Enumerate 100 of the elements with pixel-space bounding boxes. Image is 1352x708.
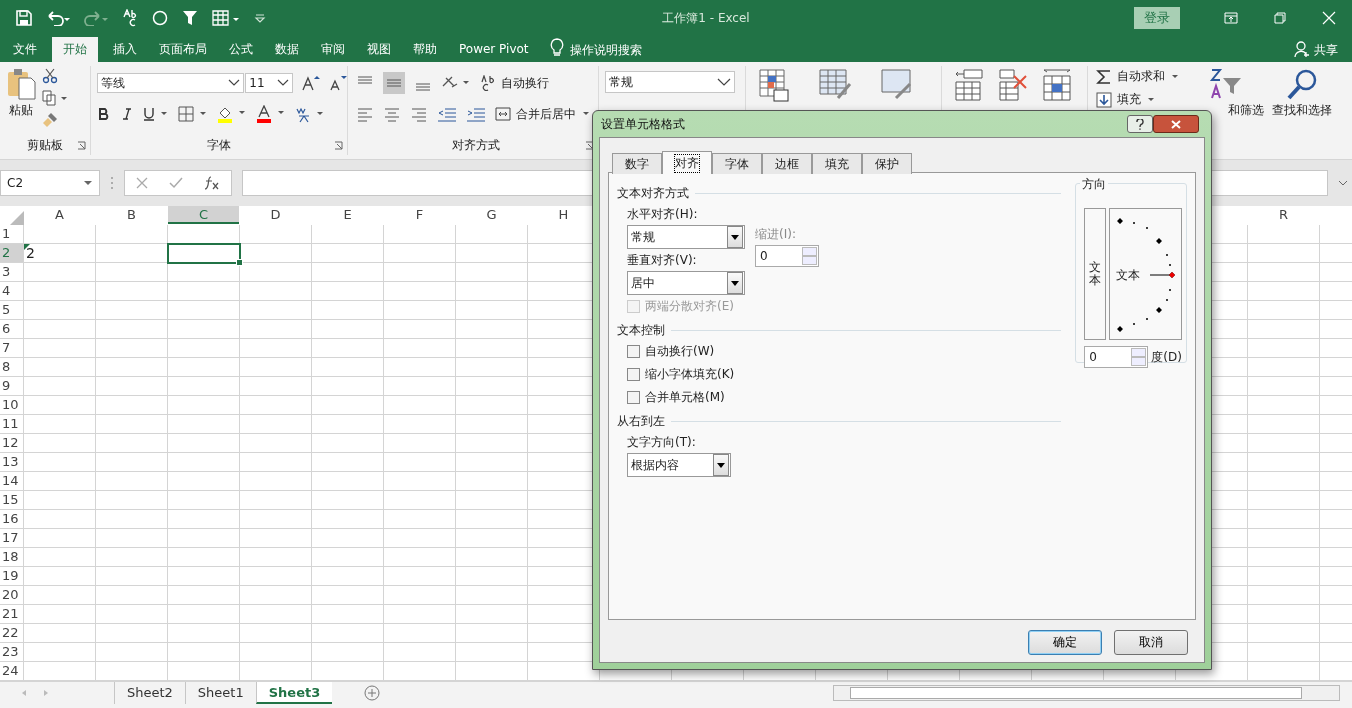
paste-button[interactable]: 粘贴 [0, 66, 42, 135]
border-icon[interactable] [178, 106, 208, 122]
sheet-tab[interactable]: Sheet3 [255, 682, 333, 704]
dialog-tab[interactable]: 对齐 [662, 151, 712, 174]
orientation-dial[interactable]: 文本 [1109, 208, 1182, 340]
row-header[interactable]: 7 [0, 339, 23, 357]
font-size-field[interactable]: 11 [245, 73, 294, 93]
brush-icon[interactable] [42, 112, 58, 128]
launcher-icon[interactable] [334, 140, 343, 150]
tell-me-search[interactable]: 操作说明搜索 [569, 38, 642, 62]
close-icon[interactable] [1322, 11, 1336, 25]
font-color-icon[interactable] [256, 105, 286, 123]
shrink-font-icon[interactable] [329, 75, 347, 91]
name-box[interactable]: C2 [0, 170, 100, 196]
sort-filter-button[interactable]: 和筛选 [1188, 66, 1264, 155]
horizontal-scrollbar[interactable] [833, 685, 1340, 701]
cancel-button[interactable]: 取消 [1114, 630, 1188, 655]
bold-icon[interactable] [97, 107, 111, 121]
save-icon[interactable] [16, 10, 32, 26]
ribbon-tab[interactable]: 开始 [52, 37, 98, 62]
dialog-tab[interactable]: 字体 [712, 153, 762, 174]
restore-icon[interactable] [1274, 12, 1286, 24]
column-header[interactable]: D [240, 206, 311, 224]
help-button[interactable] [1127, 115, 1153, 133]
filter-icon[interactable] [182, 10, 198, 26]
italic-icon[interactable] [120, 107, 134, 121]
row-header[interactable]: 18 [0, 548, 23, 566]
ribbon-tab[interactable]: 插入 [102, 37, 148, 62]
check-icon[interactable] [169, 177, 183, 189]
row-header[interactable]: 16 [0, 510, 23, 528]
row-header[interactable]: 3 [0, 263, 23, 281]
row-header[interactable]: 20 [0, 586, 23, 604]
person-icon[interactable] [1294, 41, 1310, 57]
vertical-text-option[interactable]: 文本 [1084, 208, 1107, 340]
fill-color-icon[interactable] [217, 105, 247, 123]
row-header[interactable]: 21 [0, 605, 23, 623]
font-name-field[interactable]: 等线 [97, 73, 245, 93]
row-header[interactable]: 22 [0, 624, 23, 642]
login-button[interactable]: 登录 [1134, 7, 1180, 29]
dialog-tab[interactable]: 边框 [762, 153, 812, 174]
underline-icon[interactable] [143, 107, 169, 121]
dialog-tab[interactable]: 填充 [812, 153, 862, 174]
merge-center-button[interactable]: 合并后居中 [495, 105, 591, 123]
autosum-button[interactable]: 自动求和 [1096, 68, 1180, 85]
ribbon-tab[interactable]: 页面布局 [148, 37, 218, 62]
row-header[interactable]: 2 [0, 244, 23, 262]
checkbox[interactable]: 合并单元格(M) [617, 386, 1062, 409]
launcher-icon[interactable] [585, 140, 594, 150]
row-header[interactable]: 8 [0, 358, 23, 376]
scissors-icon[interactable] [42, 68, 58, 84]
add-sheet-icon[interactable] [364, 685, 381, 701]
copy-icon[interactable] [42, 90, 68, 106]
column-header[interactable]: R [1248, 206, 1319, 224]
table-format-icon[interactable] [212, 10, 240, 26]
column-header[interactable]: B [96, 206, 167, 224]
increase-indent-icon[interactable] [466, 106, 486, 122]
ribbon-tab[interactable]: 视图 [356, 37, 402, 62]
column-header[interactable]: C [168, 206, 239, 224]
ok-button[interactable]: 确定 [1028, 630, 1102, 655]
active-cell[interactable] [167, 243, 241, 264]
column-header[interactable]: A [24, 206, 95, 224]
customize-icon[interactable] [254, 13, 266, 23]
launcher-icon[interactable] [77, 140, 86, 150]
row-header[interactable]: 19 [0, 567, 23, 585]
ribbon-tab[interactable]: 数据 [264, 37, 310, 62]
row-header[interactable]: 5 [0, 301, 23, 319]
undo-icon[interactable] [46, 10, 70, 26]
fill-button[interactable]: 填充 [1096, 91, 1180, 108]
row-header[interactable]: 11 [0, 415, 23, 433]
row-header[interactable]: 9 [0, 377, 23, 395]
ribbon-tab[interactable]: 审阅 [310, 37, 356, 62]
row-header[interactable]: 13 [0, 453, 23, 471]
vertical-align-dropdown[interactable]: 居中 [627, 271, 745, 295]
delete-cells-icon[interactable] [998, 68, 1028, 102]
row-header[interactable]: 12 [0, 434, 23, 452]
ribbon-tab[interactable]: 文件 [2, 37, 48, 62]
dialog-tab[interactable]: 保护 [862, 153, 912, 174]
function-icon[interactable] [204, 176, 221, 190]
row-header[interactable]: 24 [0, 662, 23, 680]
redo-icon[interactable] [84, 10, 108, 26]
checkbox[interactable]: 自动换行(W) [617, 340, 1062, 363]
ribbon-tab[interactable]: Power Pivot [448, 37, 540, 62]
cell-style-icon[interactable] [880, 68, 914, 102]
row-header[interactable]: 1 [0, 225, 23, 243]
conditional-format-icon[interactable] [758, 68, 790, 102]
row-header[interactable]: 14 [0, 472, 23, 490]
row-header[interactable]: 10 [0, 396, 23, 414]
expand-icon[interactable] [1338, 180, 1348, 186]
dialog-tab[interactable]: 数字 [612, 153, 662, 174]
ribbon-display-icon[interactable] [1224, 12, 1238, 24]
degrees-spinner[interactable]: 0 [1084, 346, 1149, 368]
row-header[interactable]: 4 [0, 282, 23, 300]
insert-cells-icon[interactable] [954, 68, 984, 102]
wrap-text-button[interactable]: 自动换行 [480, 74, 549, 92]
row-header[interactable]: 6 [0, 320, 23, 338]
ribbon-tab[interactable]: 公式 [218, 37, 264, 62]
row-header[interactable]: 15 [0, 491, 23, 509]
horizontal-align-dropdown[interactable]: 常规 [627, 225, 745, 249]
row-header[interactable]: 17 [0, 529, 23, 547]
text-direction-dropdown[interactable]: 根据内容 [627, 453, 731, 477]
